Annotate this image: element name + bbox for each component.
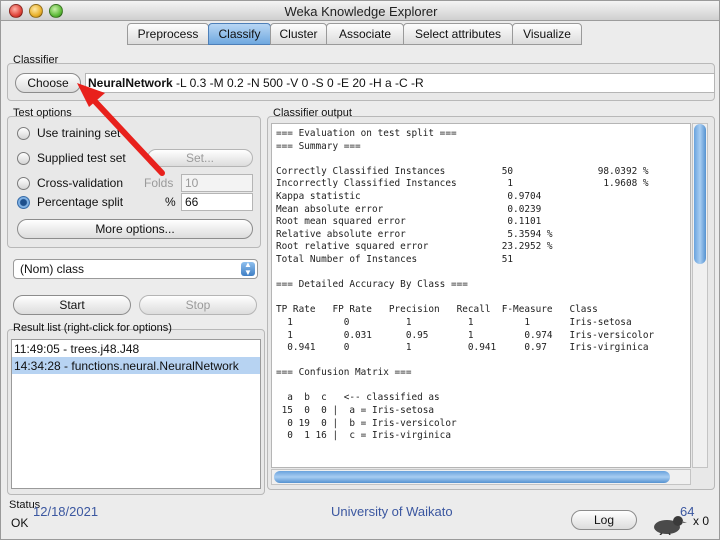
- classifier-name: NeuralNetwork: [88, 76, 173, 90]
- select-arrows-icon: ▲ ▼: [241, 261, 255, 277]
- tab-select-attributes[interactable]: Select attributes: [403, 23, 513, 45]
- class-attribute-select[interactable]: (Nom) class ▲ ▼: [13, 259, 258, 279]
- classifier-group-label: Classifier: [13, 54, 59, 66]
- percentage-split-label: Percentage split: [37, 195, 124, 209]
- set-test-set-button[interactable]: Set...: [147, 149, 253, 167]
- tab-cluster[interactable]: Cluster: [270, 23, 327, 45]
- start-button[interactable]: Start: [13, 295, 131, 315]
- class-attribute-value: (Nom) class: [20, 262, 85, 276]
- supplied-test-set-radio[interactable]: [17, 151, 30, 165]
- tab-classify[interactable]: Classify: [208, 23, 271, 45]
- window-title: Weka Knowledge Explorer: [284, 4, 438, 19]
- use-training-set-option[interactable]: Use training set: [17, 124, 120, 142]
- cross-validation-label: Cross-validation: [37, 176, 124, 190]
- result-list-item-selected[interactable]: 14:34:28 - functions.neural.NeuralNetwor…: [12, 357, 260, 374]
- percent-symbol: %: [165, 195, 176, 209]
- use-training-set-radio[interactable]: [17, 126, 30, 140]
- log-button[interactable]: Log: [571, 510, 637, 530]
- tab-preprocess[interactable]: Preprocess: [127, 23, 209, 45]
- tab-bar: Preprocess Classify Cluster Associate Se…: [127, 23, 582, 45]
- more-options-button[interactable]: More options...: [17, 219, 253, 239]
- tab-associate[interactable]: Associate: [326, 23, 404, 45]
- percentage-split-option[interactable]: Percentage split: [17, 193, 123, 211]
- footer-page-number: 64: [680, 504, 695, 519]
- result-list-item[interactable]: 11:49:05 - trees.j48.J48: [12, 340, 260, 357]
- classifier-options: -L 0.3 -M 0.2 -N 500 -V 0 -S 0 -E 20 -H …: [172, 76, 424, 90]
- stop-button[interactable]: Stop: [139, 295, 257, 315]
- weka-explorer-window: Weka Knowledge Explorer Preprocess Class…: [0, 0, 720, 540]
- choose-classifier-button[interactable]: Choose: [15, 73, 81, 93]
- test-options-label: Test options: [13, 107, 72, 119]
- footer-date: 12/18/2021: [33, 504, 99, 519]
- percentage-split-input[interactable]: 66: [181, 193, 253, 211]
- supplied-test-set-label: Supplied test set: [37, 151, 126, 165]
- folds-input[interactable]: 10: [181, 174, 253, 192]
- footer-institution: University of Waikato: [331, 504, 453, 519]
- output-horizontal-scrollbar[interactable]: [271, 469, 691, 485]
- percentage-split-radio[interactable]: [17, 195, 30, 209]
- result-list-label: Result list (right-click for options): [13, 322, 172, 334]
- classifier-output-label: Classifier output: [273, 107, 352, 119]
- result-list: 11:49:05 - trees.j48.J48 14:34:28 - func…: [11, 339, 261, 489]
- cross-validation-radio[interactable]: [17, 176, 30, 190]
- title-bar: Weka Knowledge Explorer: [1, 1, 719, 21]
- status-count: x 0: [693, 514, 710, 528]
- supplied-test-set-option[interactable]: Supplied test set: [17, 149, 126, 167]
- tab-visualize[interactable]: Visualize: [512, 23, 582, 45]
- output-vertical-scroll-thumb[interactable]: [694, 124, 706, 264]
- output-vertical-scrollbar[interactable]: [692, 123, 708, 468]
- classifier-config-field[interactable]: NeuralNetwork -L 0.3 -M 0.2 -N 500 -V 0 …: [85, 73, 715, 93]
- folds-label: Folds: [144, 176, 174, 190]
- cross-validation-option[interactable]: Cross-validation: [17, 174, 123, 192]
- output-horizontal-scroll-thumb[interactable]: [274, 471, 670, 483]
- status-value: OK: [11, 516, 29, 530]
- classifier-output-panel[interactable]: === Evaluation on test split === === Sum…: [271, 123, 691, 468]
- use-training-set-label: Use training set: [37, 126, 121, 140]
- classifier-output-text: === Evaluation on test split === === Sum…: [276, 128, 655, 442]
